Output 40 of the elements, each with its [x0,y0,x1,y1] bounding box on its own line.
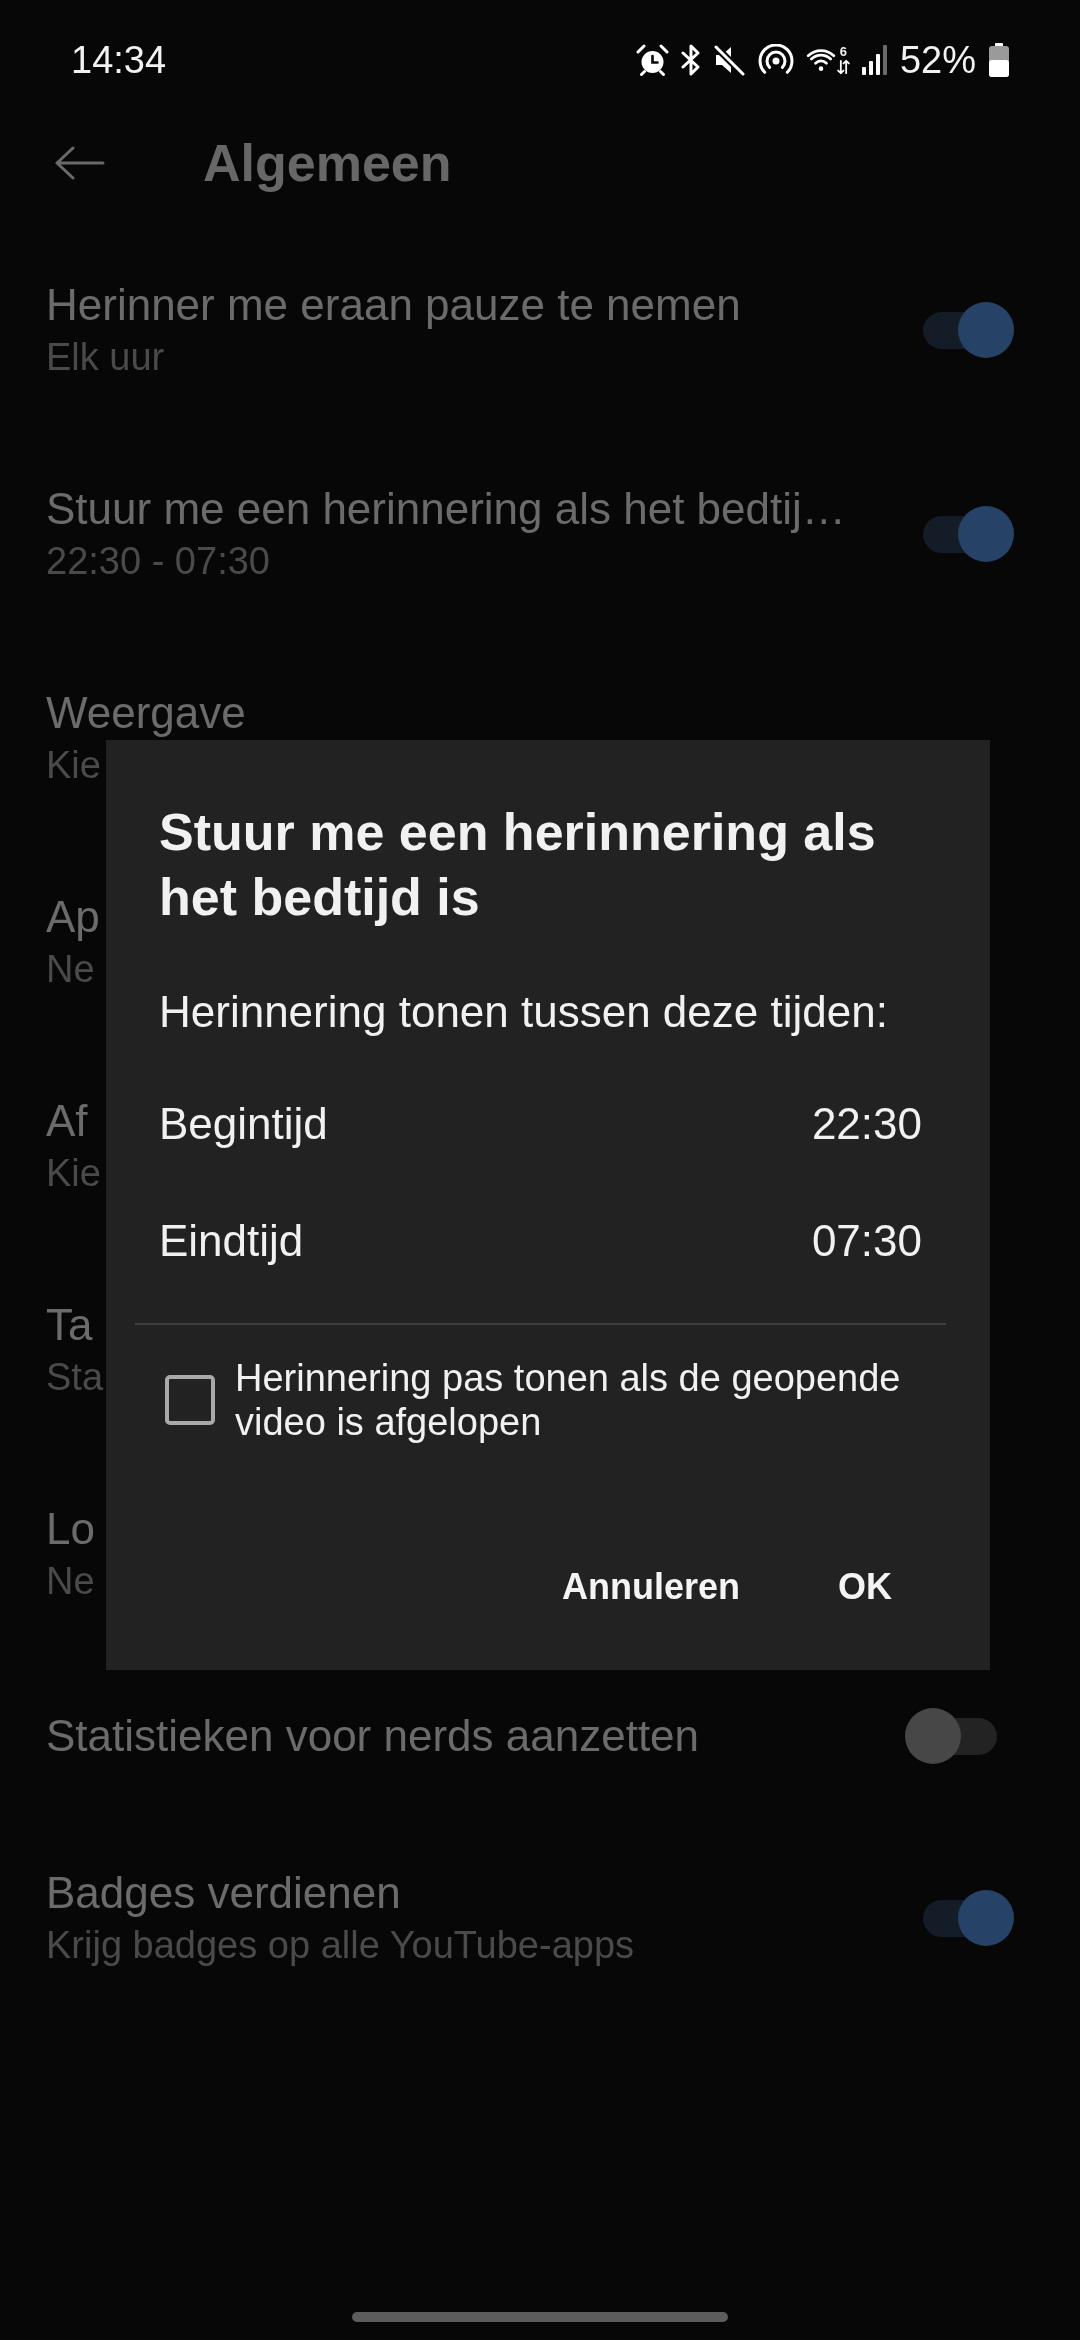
dialog-message: Herinnering tonen tussen deze tijden: [159,986,888,1038]
setting-subtitle: Sta [46,1355,104,1400]
signal-icon [861,45,888,75]
setting-subtitle: Kie [46,743,101,788]
checkbox-label: Herinnering pas tonen als de geopende video is afgelopen [235,1356,902,1444]
wifi-standard-label: 6 [839,45,848,58]
page-title: Algemeen [203,133,452,193]
time-value[interactable]: 07:30 [811,1213,922,1268]
setting-subtitle: Kie [46,1151,101,1196]
data-transfer-icon [836,59,850,75]
wifi-icon [805,48,836,72]
setting-subtitle: Elk uur [46,335,165,380]
setting-subtitle: Ne [46,947,95,992]
setting-title: Ap [46,892,100,942]
setting-title: Ta [46,1300,93,1350]
setting-subtitle: Ne [46,1559,95,1604]
setting-subtitle: Krijg badges op alle YouTube-apps [46,1923,635,1968]
setting-title: Af [46,1096,88,1146]
time-label: Begintijd [159,1097,328,1150]
status-time: 14:34 [71,38,167,82]
back-arrow-icon[interactable] [55,146,105,180]
setting-title: Herinner me eraan pauze te nemen [46,280,741,330]
time-value[interactable]: 22:30 [811,1096,922,1151]
checkbox[interactable] [165,1375,215,1425]
setting-subtitle: 22:30 - 07:30 [46,539,270,584]
dialog-title: Stuur me een herinnering als het bedtijd is [159,802,877,928]
setting-title: Statistieken voor nerds aanzetten [46,1711,700,1761]
cancel-button[interactable]: Annuleren [538,1547,764,1627]
setting-title: Badges verdienen [46,1868,401,1918]
battery-icon [988,43,1010,77]
confirm-button[interactable]: OK [814,1547,916,1627]
hotspot-icon [757,44,794,76]
alarm-clock-icon [635,44,669,76]
setting-title: Lo [46,1504,95,1554]
setting-title: Stuur me een herinnering als het bedtij… [46,484,846,534]
setting-title: Weergave [46,688,246,738]
bluetooth-icon [680,44,701,76]
muted-speaker-icon [712,44,746,76]
time-label: Eindtijd [159,1214,304,1267]
battery-percentage: 52% [899,38,976,82]
